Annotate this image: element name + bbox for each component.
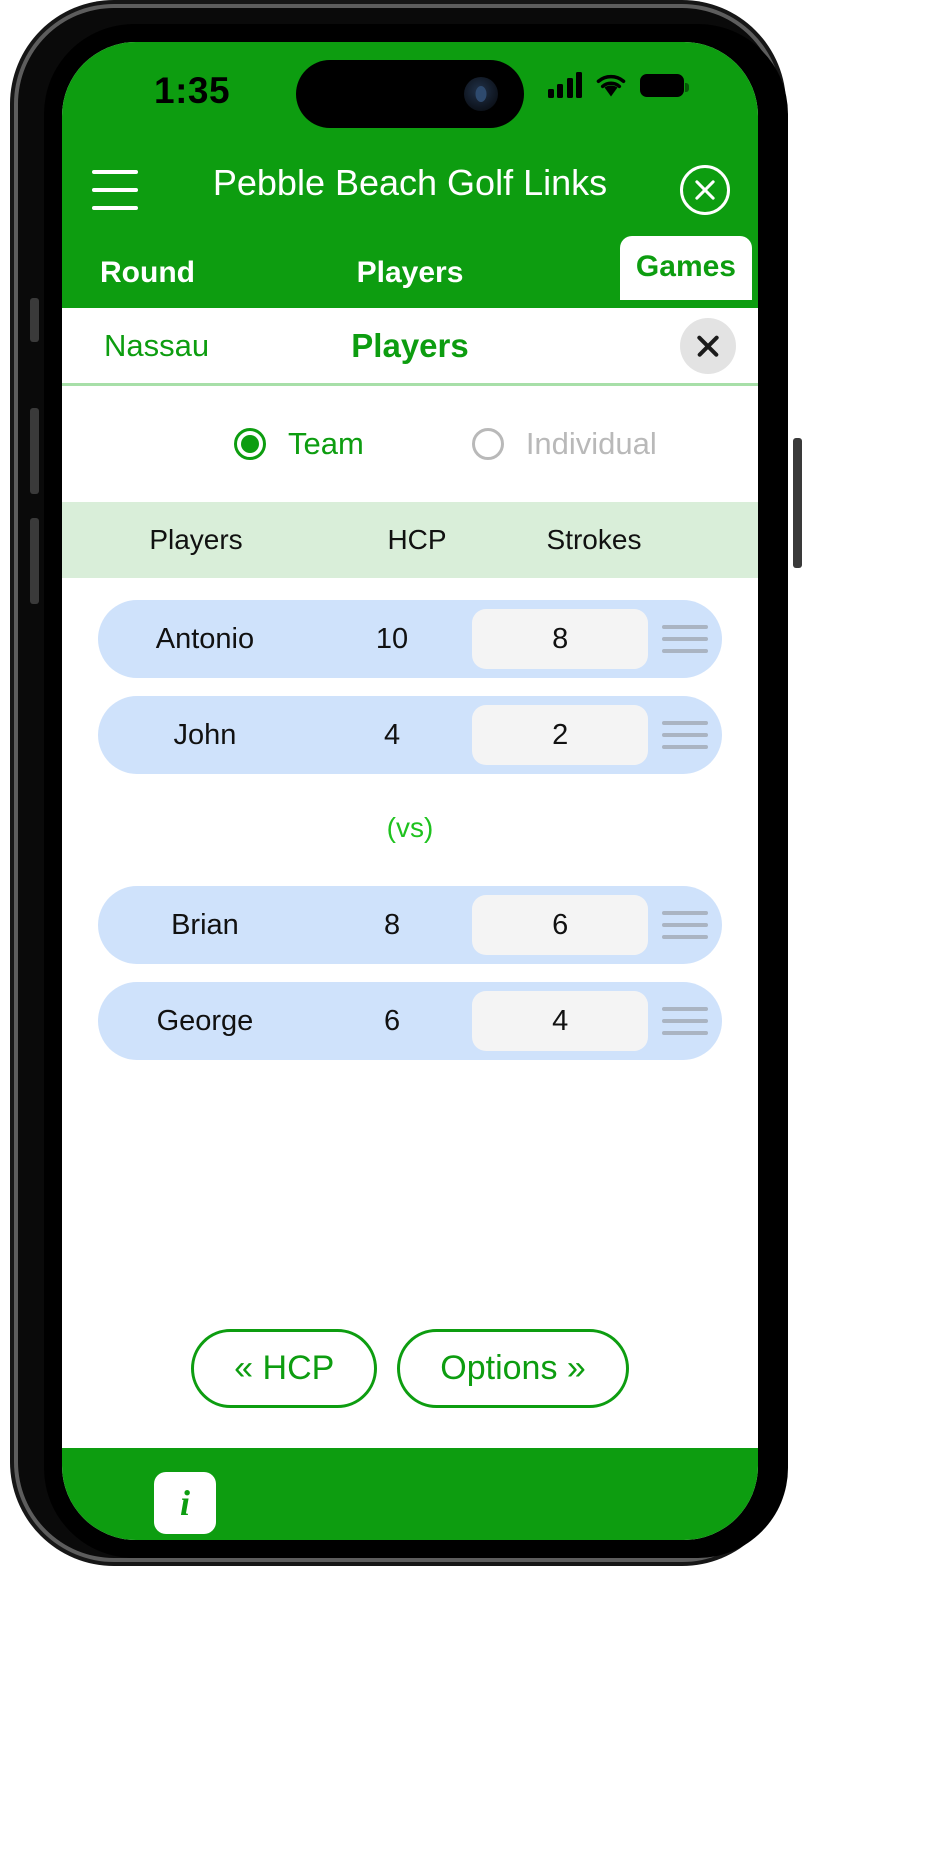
- radio-option-team[interactable]: Team: [234, 426, 364, 462]
- player-strokes-field[interactable]: 6: [472, 895, 649, 955]
- drag-handle-icon[interactable]: [648, 1007, 722, 1035]
- player-hcp: 6: [383, 1004, 401, 1037]
- cellular-signal-icon: [547, 72, 582, 98]
- info-button[interactable]: i: [154, 1472, 216, 1534]
- table-row[interactable]: George 6 4: [98, 982, 722, 1060]
- circled-close-icon[interactable]: [680, 165, 730, 215]
- column-header-players: Players: [149, 524, 243, 555]
- player-name: Antonio: [155, 622, 255, 655]
- table-row[interactable]: Brian 8 6: [98, 886, 722, 964]
- roster-list: Antonio 10 8 John 4 2 (vs) Brian 8 6 Geo…: [62, 578, 758, 1060]
- status-bar: 1:35: [62, 42, 758, 148]
- status-icons: [547, 72, 689, 98]
- player-hcp: 4: [383, 718, 401, 751]
- silent-switch-button[interactable]: [30, 298, 39, 342]
- page-title: Pebble Beach Golf Links: [212, 162, 608, 203]
- footer-bar: i: [62, 1448, 758, 1540]
- app-header: Pebble Beach Golf Links: [62, 148, 758, 236]
- close-icon[interactable]: [680, 317, 736, 374]
- player-name: Brian: [171, 908, 239, 941]
- player-strokes-field[interactable]: 8: [472, 609, 649, 669]
- dynamic-island: [296, 60, 524, 128]
- status-time: 1:35: [154, 70, 231, 111]
- player-strokes-field[interactable]: 4: [472, 991, 649, 1051]
- wifi-icon: [596, 74, 626, 97]
- player-strokes-field[interactable]: 2: [472, 705, 649, 765]
- radio-dot-individual: [471, 428, 504, 460]
- content-panel: Nassau Players Team Individual Players H…: [62, 308, 758, 1448]
- tab-round[interactable]: Round: [100, 256, 195, 290]
- versus-label: (vs): [386, 812, 434, 843]
- options-button[interactable]: Options »: [397, 1329, 629, 1408]
- back-link-nassau[interactable]: Nassau: [104, 328, 209, 364]
- phone-screen: 1:35 Pebble Beach Golf Links Round Playe…: [62, 42, 758, 1540]
- mode-selector: Team Individual: [62, 386, 758, 502]
- column-header-strokes: Strokes: [546, 524, 642, 555]
- drag-handle-icon[interactable]: [648, 721, 722, 749]
- hcp-button[interactable]: « HCP: [191, 1329, 378, 1408]
- front-camera-icon: [464, 77, 498, 111]
- bottom-actions: « HCP Options »: [62, 1329, 758, 1408]
- sub-header: Nassau Players: [62, 308, 758, 386]
- drag-handle-icon[interactable]: [648, 911, 722, 939]
- tab-bar: Round Players Games: [62, 236, 758, 308]
- volume-up-button[interactable]: [30, 408, 39, 494]
- radio-label-individual: Individual: [525, 426, 657, 461]
- sub-panel-title: Players: [351, 326, 469, 364]
- battery-icon: [640, 73, 689, 97]
- power-button[interactable]: [793, 438, 802, 568]
- tab-games[interactable]: Games: [619, 236, 752, 300]
- player-hcp: 10: [375, 622, 409, 655]
- drag-handle-icon[interactable]: [648, 625, 722, 653]
- radio-option-individual[interactable]: Individual: [471, 426, 657, 462]
- player-hcp: 8: [383, 908, 401, 941]
- table-row[interactable]: John 4 2: [98, 696, 722, 774]
- phone-frame: 1:35 Pebble Beach Golf Links Round Playe…: [18, 8, 802, 1558]
- player-name: George: [156, 1004, 254, 1037]
- tab-players[interactable]: Players: [357, 256, 464, 290]
- volume-down-button[interactable]: [30, 518, 39, 604]
- table-header: Players HCP Strokes: [62, 502, 758, 578]
- radio-label-team: Team: [288, 426, 364, 461]
- table-row[interactable]: Antonio 10 8: [98, 600, 722, 678]
- player-name: John: [173, 718, 237, 751]
- radio-dot-team: [234, 428, 266, 460]
- column-header-hcp: HCP: [387, 524, 447, 555]
